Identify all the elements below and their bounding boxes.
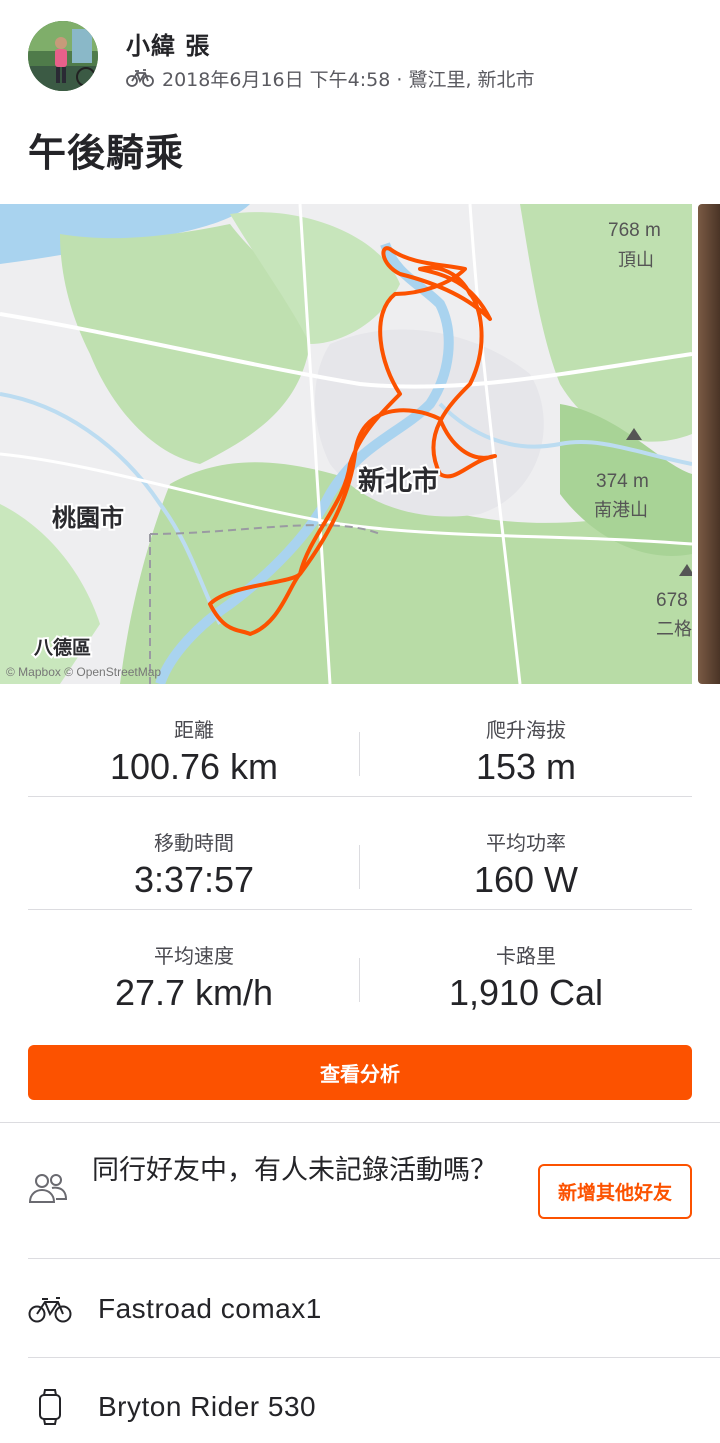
peak2-elevation: 374 m — [596, 471, 649, 492]
stats-grid: 距離 100.76 km 爬升海拔 153 m 移動時間 3:37:57 平均功… — [28, 684, 692, 1023]
stat-elevation-gain: 爬升海拔 153 m — [360, 684, 692, 797]
stats-row: 平均速度 27.7 km/h 卡路里 1,910 Cal — [28, 910, 692, 1023]
stat-label: 卡路里 — [496, 944, 556, 968]
stat-value: 160 W — [473, 859, 579, 900]
activity-meta: 2018年6月16日 下午4:58 · 鷺江里, 新北市 — [126, 64, 535, 92]
stat-moving-time: 移動時間 3:37:57 — [28, 797, 360, 910]
gear-bike-row[interactable]: Fastroad comax1 — [0, 1260, 720, 1358]
activity-date-location: 2018年6月16日 下午4:58 · 鷺江里, 新北市 — [162, 68, 535, 91]
peak3-elevation: 678 — [656, 590, 688, 611]
route-map[interactable]: 新北市 桃園市 八德區 768 m 頂山 374 m 南港山 678 二格 © … — [0, 204, 720, 684]
athlete-name[interactable]: 小緯 張 — [126, 26, 210, 61]
section-divider — [0, 1122, 720, 1123]
stat-label: 移動時間 — [154, 831, 234, 855]
peak3-name: 二格 — [656, 619, 692, 640]
stat-label: 平均功率 — [486, 831, 566, 855]
friends-prompt-text: 同行好友中，有人未記錄活動嗎？ — [92, 1155, 497, 1186]
avatar[interactable] — [28, 21, 98, 91]
peak2-name: 南港山 — [594, 500, 648, 521]
stat-avg-speed: 平均速度 27.7 km/h — [28, 910, 360, 1023]
add-other-friends-button[interactable]: 新增其他好友 — [538, 1164, 692, 1219]
stat-value: 153 m — [475, 746, 577, 787]
add-friends-prompt: 同行好友中，有人未記錄活動嗎？ 新增其他好友 — [0, 1124, 720, 1258]
stats-row: 移動時間 3:37:57 平均功率 160 W — [28, 797, 692, 910]
activity-photo-thumbnail[interactable] — [698, 204, 720, 684]
stat-label: 平均速度 — [154, 944, 234, 968]
stat-value: 100.76 km — [109, 746, 279, 787]
peak1-elevation: 768 m — [608, 220, 661, 241]
map-attribution[interactable]: © Mapbox © OpenStreetMap — [6, 665, 161, 679]
stat-value: 1,910 Cal — [448, 972, 604, 1013]
peak1-name: 頂山 — [618, 250, 654, 271]
stat-value: 27.7 km/h — [114, 972, 274, 1013]
stat-label: 爬升海拔 — [486, 718, 566, 742]
activity-header: 小緯 張 2018年6月16日 下午4:58 · 鷺江里, 新北市 午後騎乘 — [0, 0, 720, 190]
gear-device-row[interactable]: Bryton Rider 530 — [0, 1358, 720, 1443]
stat-calories: 卡路里 1,910 Cal — [360, 910, 692, 1023]
device-name: Bryton Rider 530 — [98, 1391, 317, 1422]
stat-value: 3:37:57 — [133, 859, 255, 900]
map-label-city: 新北市 — [358, 465, 439, 497]
stats-row: 距離 100.76 km 爬升海拔 153 m — [28, 684, 692, 797]
bicycle-icon — [126, 69, 154, 87]
group-icon — [28, 1174, 68, 1203]
stat-distance: 距離 100.76 km — [28, 684, 360, 797]
activity-title: 午後騎乘 — [28, 131, 185, 175]
map-label-taoyuan: 桃園市 — [52, 504, 124, 532]
view-analysis-button[interactable]: 查看分析 — [28, 1045, 692, 1100]
stat-avg-power: 平均功率 160 W — [360, 797, 692, 910]
bicycle-icon — [28, 1297, 72, 1323]
stat-label: 距離 — [174, 718, 214, 742]
watch-icon — [39, 1389, 61, 1425]
section-divider — [28, 1258, 720, 1259]
map-label-bade: 八德區 — [34, 636, 91, 659]
bike-name: Fastroad comax1 — [98, 1293, 322, 1324]
